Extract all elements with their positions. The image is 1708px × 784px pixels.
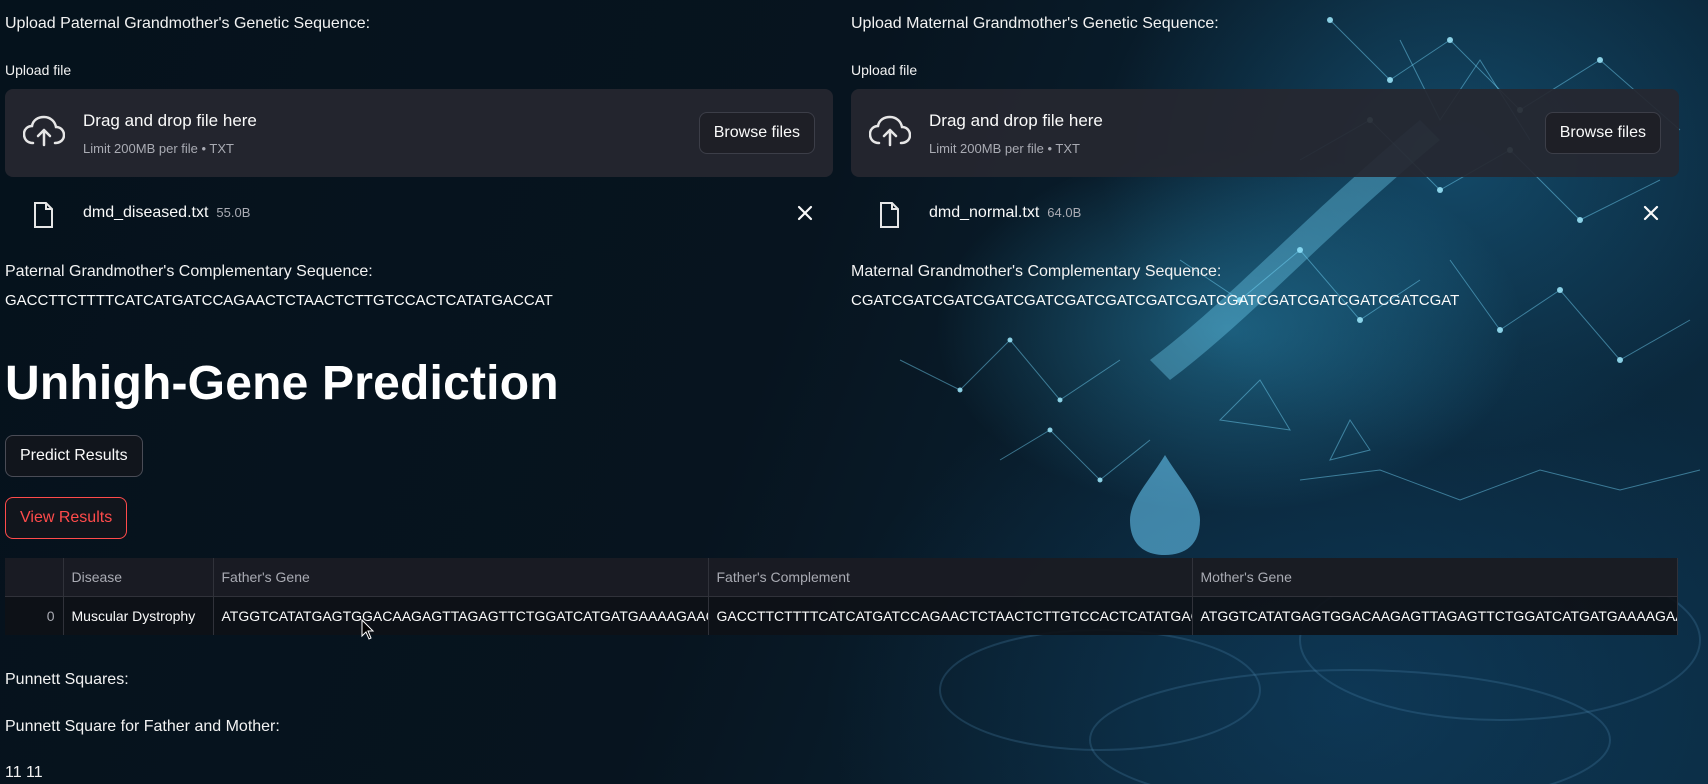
dropzone-limit-text: Limit 200MB per file • TXT <box>83 141 234 156</box>
dropzone-title: Drag and drop file here <box>929 111 1103 130</box>
column-header-index[interactable] <box>5 558 64 597</box>
file-name-text: dmd_diseased.txt <box>83 204 209 221</box>
column-header-disease[interactable]: Disease <box>63 558 214 597</box>
remove-file-icon[interactable] <box>794 202 816 224</box>
punnett-square-subheading: Punnett Square for Father and Mother: <box>5 718 280 735</box>
file-name-text: dmd_normal.txt <box>929 204 1040 221</box>
mouse-cursor-icon <box>361 619 375 640</box>
maternal-complement-label: Maternal Grandmother's Complementary Seq… <box>851 263 1222 280</box>
maternal-complement-sequence: CGATCGATCGATCGATCGATCGATCGATCGATCGATCGAT… <box>851 292 1460 309</box>
file-name: dmd_normal.txt 64.0B <box>929 204 1081 222</box>
column-header-mothers-gene[interactable]: Mother's Gene <box>1192 558 1678 597</box>
maternal-upload-label: Upload file <box>851 62 918 78</box>
fathers-complement-cell[interactable]: GACCTTCTTTTCATCATGATCCAGAACTCTAACTCTTGTC… <box>708 596 1193 635</box>
file-icon <box>34 202 53 228</box>
paternal-file-dropzone[interactable]: Drag and drop file here Limit 200MB per … <box>5 89 833 177</box>
table-row[interactable]: 0 Muscular Dystrophy ATGGTCATATGAGTGGACA… <box>5 596 1678 635</box>
page-title: Unhigh-Gene Prediction <box>5 357 559 410</box>
uploaded-file-row: dmd_diseased.txt 55.0B <box>5 194 833 234</box>
paternal-complement-label: Paternal Grandmother's Complementary Seq… <box>5 263 373 280</box>
paternal-upload-label: Upload file <box>5 62 72 78</box>
browse-files-button[interactable]: Browse files <box>1544 112 1661 154</box>
file-name: dmd_diseased.txt 55.0B <box>83 204 250 222</box>
punnett-squares-heading: Punnett Squares: <box>5 671 129 688</box>
dropzone-limit-text: Limit 200MB per file • TXT <box>929 141 1080 156</box>
maternal-file-dropzone[interactable]: Drag and drop file here Limit 200MB per … <box>851 89 1679 177</box>
uploaded-file-row: dmd_normal.txt 64.0B <box>851 194 1679 234</box>
paternal-upload-heading: Upload Paternal Grandmother's Genetic Se… <box>5 15 371 32</box>
cloud-upload-icon <box>869 115 911 147</box>
paternal-complement-sequence: GACCTTCTTTTCATCATGATCCAGAACTCTAACTCTTGTC… <box>5 292 553 309</box>
punnett-square-value: 11 11 <box>5 764 43 781</box>
results-table[interactable]: Disease Father's Gene Father's Complemen… <box>5 558 1678 635</box>
column-header-fathers-complement[interactable]: Father's Complement <box>708 558 1193 597</box>
table-header-row: Disease Father's Gene Father's Complemen… <box>5 558 1678 597</box>
remove-file-icon[interactable] <box>1640 202 1662 224</box>
fathers-gene-cell[interactable]: ATGGTCATATGAGTGGACAAGAGTTAGAGTTCTGGATCAT… <box>213 596 709 635</box>
file-size: 55.0B <box>216 205 251 220</box>
row-index: 0 <box>5 596 64 635</box>
view-results-button[interactable]: View Results <box>5 497 128 539</box>
column-header-fathers-gene[interactable]: Father's Gene <box>213 558 709 597</box>
file-size: 64.0B <box>1047 205 1082 220</box>
file-icon <box>880 202 899 228</box>
disease-cell[interactable]: Muscular Dystrophy <box>63 596 214 635</box>
mothers-gene-cell[interactable]: ATGGTCATATGAGTGGACAAGAGTTAGAGTTCTGGATCAT… <box>1192 596 1678 635</box>
browse-files-button[interactable]: Browse files <box>698 112 815 154</box>
maternal-upload-heading: Upload Maternal Grandmother's Genetic Se… <box>851 15 1219 32</box>
predict-results-button[interactable]: Predict Results <box>5 435 143 477</box>
cloud-upload-icon <box>23 115 65 147</box>
dropzone-title: Drag and drop file here <box>83 111 257 130</box>
